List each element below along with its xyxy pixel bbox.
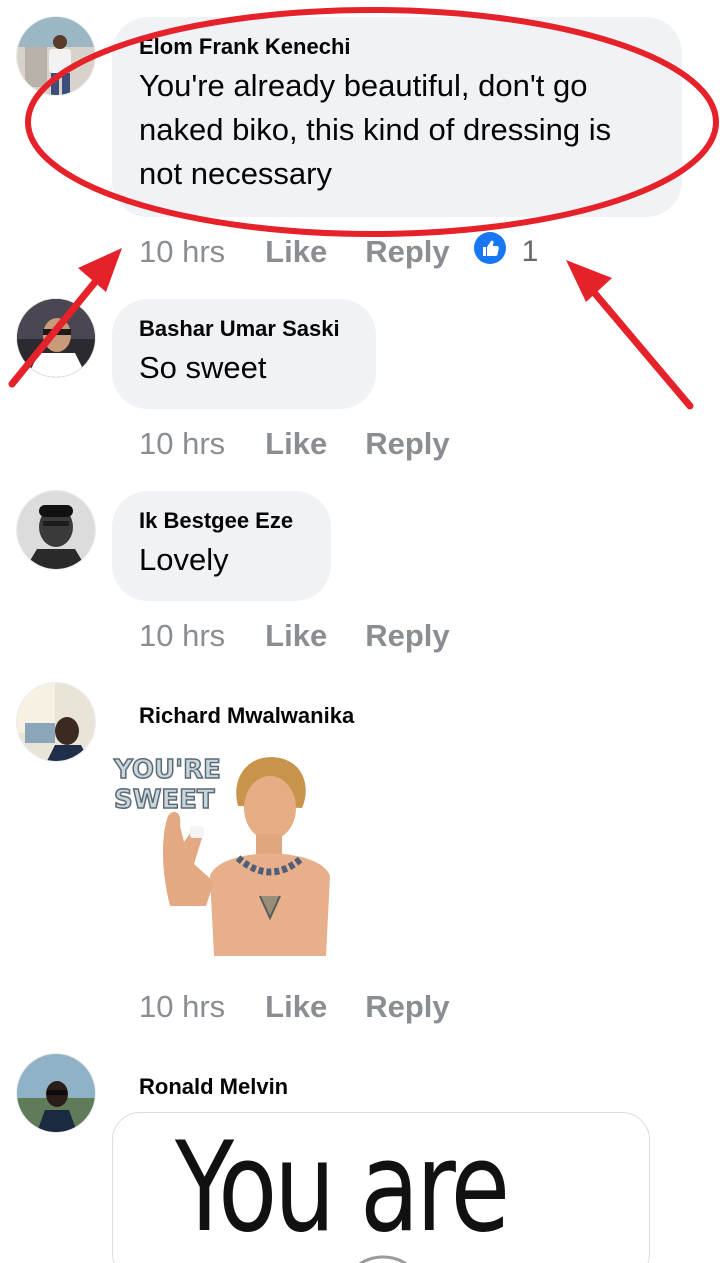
comment-timestamp[interactable]: 10 hrs [139,426,225,462]
comment-bubble: Ik Bestgee Eze Lovely [112,491,331,601]
sticker-image[interactable]: YOU'RE SWEET [110,746,340,966]
comment-bubble: Bashar Umar Saski So sweet [112,299,376,409]
avatar[interactable] [17,683,95,761]
comment-actions: 10 hrs Like Reply 1 [139,232,538,272]
arrow-right-icon [566,260,694,410]
reply-button[interactable]: Reply [365,989,449,1025]
comment-author[interactable]: Bashar Umar Saski [139,316,349,342]
reply-button[interactable]: Reply [365,426,449,462]
like-button[interactable]: Like [265,618,327,654]
comment-author[interactable]: Richard Mwalwanika [139,703,354,729]
thumbs-up-icon [473,232,506,272]
comment-actions: 10 hrs Like Reply [139,987,450,1027]
avatar[interactable] [17,299,95,377]
comment-text: You're already beautiful, don't go naked… [139,68,612,191]
comment-text: So sweet [139,350,267,385]
comment-image[interactable]: You are [112,1112,650,1263]
comment-timestamp[interactable]: 10 hrs [139,234,225,270]
comment-author[interactable]: Ronald Melvin [139,1074,288,1100]
comment-bubble: Elom Frank Kenechi You're already beauti… [112,17,682,217]
reply-button[interactable]: Reply [365,234,449,270]
like-button[interactable]: Like [265,989,327,1025]
reaction-count: 1 [521,235,539,268]
sticker-caption: YOU'RE SWEET [113,755,221,815]
like-button[interactable]: Like [265,234,327,270]
avatar[interactable] [17,491,95,569]
comment-actions: 10 hrs Like Reply [139,424,450,464]
comment-text: Lovely [139,542,229,577]
comments-page: Elom Frank Kenechi You're already beauti… [0,0,720,1263]
reply-button[interactable]: Reply [365,618,449,654]
comment-author[interactable]: Elom Frank Kenechi [139,34,655,60]
avatar[interactable] [17,17,95,95]
image-caption: You are [175,1116,510,1260]
avatar[interactable] [17,1054,95,1132]
comment-actions: 10 hrs Like Reply [139,616,450,656]
comment-author[interactable]: Ik Bestgee Eze [139,508,304,534]
like-button[interactable]: Like [265,426,327,462]
comment-timestamp[interactable]: 10 hrs [139,989,225,1025]
comment-timestamp[interactable]: 10 hrs [139,618,225,654]
reaction-summary[interactable]: 1 [473,232,539,272]
